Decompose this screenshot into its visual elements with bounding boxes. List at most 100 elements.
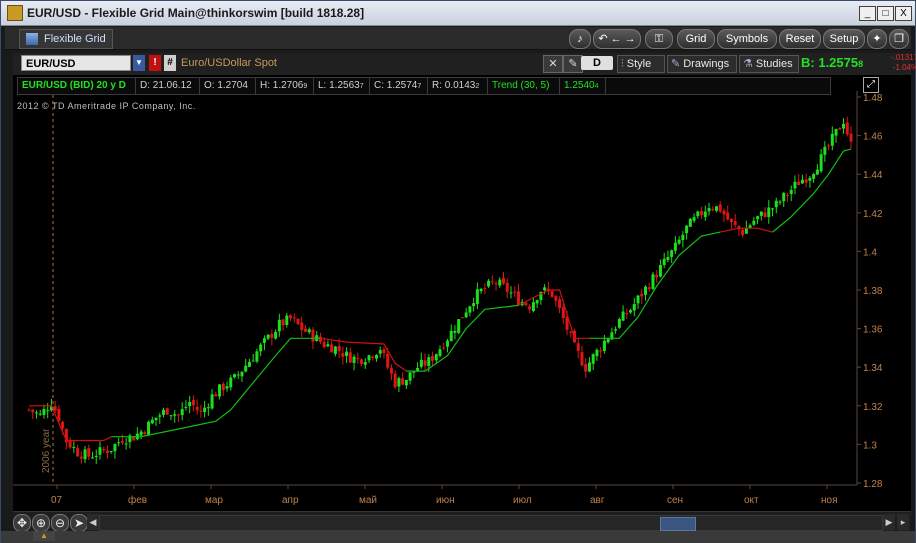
candle-body [550, 291, 554, 297]
pan-icon[interactable]: ✥ [13, 514, 31, 532]
zoom-in-icon[interactable]: ⊕ [32, 514, 50, 532]
candle-body [531, 302, 535, 312]
candle-body [621, 311, 625, 321]
candle-body [838, 127, 842, 130]
wrench-icon[interactable]: ✎ [563, 55, 583, 73]
candle-body [670, 250, 674, 257]
price-chart[interactable]: 1.48 1.46 1.44 1.42 1.4 1.38 1.36 1.34 1.32 1.3 1.… [13, 75, 911, 511]
candle-body [150, 419, 154, 424]
candle-body [830, 133, 834, 146]
candle-body [472, 303, 476, 307]
candle-body [793, 181, 797, 189]
candle-body [423, 360, 427, 366]
candle-body [158, 415, 162, 417]
candle-body [763, 212, 767, 217]
candle-body [580, 352, 584, 366]
candle-body [72, 447, 76, 449]
symbol-input[interactable]: EUR/USD [21, 55, 131, 71]
candle-body [322, 341, 326, 348]
candle-body [726, 212, 730, 220]
candle-body [300, 322, 304, 331]
grid-button[interactable]: Grid [677, 29, 715, 49]
zoom-out-icon[interactable]: ⊖ [51, 514, 69, 532]
candle-body [311, 329, 315, 342]
candle-body [427, 357, 431, 366]
candle-body [524, 302, 528, 306]
candle-body [27, 409, 31, 411]
candle-body [700, 210, 704, 216]
scroll-thumb[interactable] [660, 517, 696, 531]
undo-redo-icon[interactable]: ↶ ← → [593, 29, 641, 49]
candle-body [569, 331, 573, 333]
candle-body [236, 374, 240, 376]
candle-body [845, 122, 849, 135]
candle-body [393, 373, 397, 388]
candle-body [203, 407, 207, 412]
candle-body [445, 340, 449, 347]
candle-body [120, 441, 124, 443]
candle-body [666, 257, 670, 261]
setup-button[interactable]: Setup [823, 29, 865, 49]
style-button[interactable]: ⫶ Style [617, 55, 665, 73]
candle-body [374, 354, 378, 359]
x-tick-label: апр [282, 495, 299, 506]
title-bar[interactable]: EUR/USD - Flexible Grid Main@thinkorswim… [1, 1, 915, 26]
key-icon[interactable]: ⚿ [645, 29, 673, 49]
scroll-left-icon[interactable]: ◀ [87, 514, 99, 530]
studies-label: Studies [755, 58, 793, 70]
aggregation-button[interactable]: D [581, 56, 613, 70]
time-scrollbar[interactable] [99, 515, 883, 531]
candle-body [34, 412, 38, 414]
bid-price: B: 1.25758 [801, 55, 863, 70]
candle-body [457, 319, 461, 333]
candle-body [748, 225, 752, 228]
hash-icon[interactable]: # [164, 55, 176, 71]
crosshair-icon[interactable]: ✕ [543, 55, 563, 73]
cursor-icon[interactable]: ➤ [70, 514, 88, 532]
reset-button[interactable]: Reset [779, 29, 821, 49]
candle-body [191, 400, 195, 406]
candle-body [285, 315, 289, 325]
candle-body [558, 299, 562, 309]
bell-icon[interactable]: ♪ [569, 29, 591, 49]
candle-body [625, 313, 629, 315]
expand-right-icon[interactable]: ▸ [897, 514, 909, 530]
trend-segment [111, 337, 321, 438]
candle-body [79, 456, 83, 459]
flexible-grid-tab[interactable]: Flexible Grid [19, 29, 113, 49]
scroll-right-icon[interactable]: ▶ [883, 514, 895, 530]
bid-small: 8 [858, 59, 864, 69]
candle-body [718, 204, 722, 212]
candle-body [681, 234, 685, 241]
candle-body [218, 384, 222, 397]
symbol-dropdown-icon[interactable]: ▼ [133, 55, 145, 71]
candle-body [658, 264, 662, 277]
candle-body [752, 220, 756, 225]
symbol-description: Euro/USDollar Spot [181, 57, 277, 69]
studies-button[interactable]: ⚗ Studies [739, 55, 799, 73]
collapse-grip-icon[interactable]: ▲ [33, 531, 55, 541]
chart-panel[interactable]: EUR/USD (BID) 20 y D D: 21.06.12 O: 1.27… [13, 75, 911, 511]
candle-body [602, 340, 606, 351]
candle-body [337, 345, 341, 352]
app-icon [7, 5, 23, 21]
minimize-button[interactable]: _ [859, 6, 876, 21]
detach-icon[interactable]: ❐ [889, 29, 909, 49]
drawings-label: Drawings [683, 58, 730, 70]
candle-body [352, 356, 356, 363]
candle-body [307, 329, 311, 333]
candle-body [778, 201, 782, 203]
candle-body [849, 133, 853, 142]
drawings-button[interactable]: ✎ Drawings [667, 55, 737, 73]
maximize-button[interactable]: □ [877, 6, 894, 21]
symbols-button[interactable]: Symbols [717, 29, 777, 49]
candle-body [449, 330, 453, 342]
x-tick-label: авг [590, 495, 605, 506]
app-window: EUR/USD - Flexible Grid Main@thinkorswim… [0, 0, 916, 543]
candle-body [318, 336, 322, 342]
pin-icon[interactable]: ✦ [867, 29, 887, 49]
close-button[interactable]: X [895, 6, 912, 21]
trend-segment [518, 289, 590, 339]
alert-icon[interactable]: ! [149, 55, 161, 71]
candle-body [479, 288, 483, 292]
